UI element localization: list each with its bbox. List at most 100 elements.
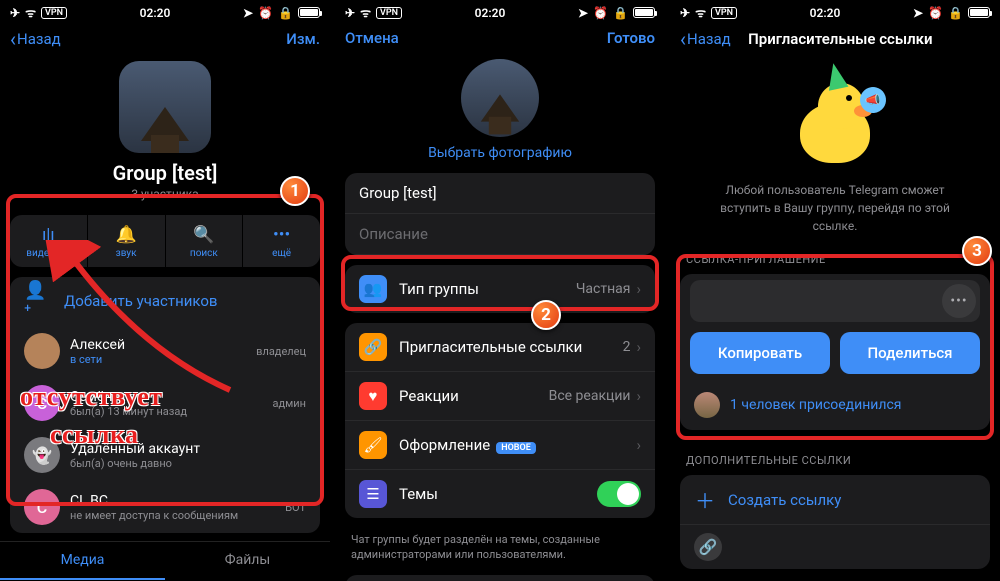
status-bar: ✈ᯤVPN 02:20 ➤⏰🔒: [670, 0, 1000, 23]
extra-link-row[interactable]: 🔗: [680, 524, 990, 569]
nav-bar: ‹Назад Пригласительные ссылки: [670, 23, 1000, 57]
chevron-left-icon: ‹: [10, 29, 16, 49]
vpn-badge: VPN: [711, 7, 737, 19]
nav-bar: Отмена Готово: [335, 23, 665, 55]
members-row[interactable]: 👥 Участники 3 ›: [345, 575, 655, 581]
group-type-row[interactable]: 👥 Тип группы Частная ›: [345, 265, 655, 313]
create-link-row[interactable]: ＋ Создать ссылку: [680, 475, 990, 524]
joined-row[interactable]: 1 человек присоединился: [680, 384, 990, 430]
appearance-row[interactable]: 🖌 ОформлениеНОВОЕ ›: [345, 420, 655, 469]
wifi-icon: ᯤ: [695, 4, 706, 21]
themes-icon: ☰: [359, 480, 387, 508]
videochat-icon: ı|ı: [12, 225, 85, 245]
link-more-button[interactable]: •••: [942, 284, 976, 318]
chevron-right-icon: ›: [636, 436, 641, 454]
section-title-invite: ССЫЛКА-ПРИГЛАШЕНИЕ: [670, 241, 1000, 270]
chevron-right-icon: ›: [636, 338, 641, 356]
member-avatar: [24, 333, 60, 369]
status-bar: ✈ ᯤ VPN 02:20 ➤ ⏰ 🔒: [0, 0, 330, 23]
link-icon: 🔗: [359, 333, 387, 361]
status-time: 02:20: [475, 6, 506, 20]
status-time: 02:20: [810, 6, 841, 20]
status-time: 02:20: [140, 6, 171, 20]
sound-button[interactable]: 🔔звук: [88, 215, 166, 267]
choose-photo-button[interactable]: Выбрать фотографию: [335, 145, 665, 161]
duck-sticker: 📣: [790, 77, 880, 167]
search-button[interactable]: 🔍поиск: [166, 215, 244, 267]
group-name-input[interactable]: Group [test]: [345, 173, 655, 214]
alarm-icon: ⏰: [258, 6, 273, 20]
members-nav-card: 👥 Участники 3 ›: [345, 575, 655, 581]
lock-icon: 🔒: [948, 6, 963, 20]
step-badge-3: 3: [962, 236, 992, 266]
invite-links-row[interactable]: 🔗 Пригласительные ссылки 2 ›: [345, 323, 655, 371]
add-members-label: Добавить участников: [64, 292, 217, 310]
back-button[interactable]: ‹Назад: [680, 29, 731, 49]
joined-avatar: [694, 392, 720, 418]
lock-icon: 🔒: [278, 6, 293, 20]
group-desc-input[interactable]: Описание: [345, 214, 655, 255]
themes-hint: Чат группы будет разделён на темы, созда…: [335, 528, 665, 563]
wifi-icon: ᯤ: [360, 4, 371, 21]
group-avatar-edit[interactable]: [461, 59, 539, 137]
themes-row[interactable]: ☰ Темы: [345, 469, 655, 518]
themes-switch[interactable]: [597, 481, 641, 507]
additional-links-card: ＋ Создать ссылку 🔗: [680, 475, 990, 569]
step-badge-1: 1: [280, 176, 310, 206]
annotation-text-2: ссылка: [50, 418, 139, 452]
page-title: Пригласительные ссылки: [748, 30, 932, 48]
info-text: Любой пользователь Telegram сможет вступ…: [700, 181, 970, 235]
tab-media[interactable]: Медиа: [0, 542, 165, 580]
plus-icon: ＋: [694, 485, 716, 514]
brush-icon: 🖌: [359, 431, 387, 459]
back-label: Назад: [687, 30, 731, 48]
location-icon: ➤: [913, 6, 923, 20]
location-icon: ➤: [578, 6, 588, 20]
add-member-icon: 👤⁺: [24, 287, 52, 315]
vpn-badge: VPN: [41, 7, 67, 19]
battery-icon: [968, 7, 990, 18]
more-button[interactable]: •••ещё: [243, 215, 320, 267]
heart-icon: ♥: [359, 382, 387, 410]
airplane-icon: ✈: [10, 6, 20, 20]
section-title-additional: ДОПОЛНИТЕЛЬНЫЕ ССЫЛКИ: [670, 442, 1000, 471]
screenshot-2: ✈ᯤVPN 02:20 ➤⏰🔒 Отмена Готово Выбрать фо…: [335, 0, 665, 581]
wifi-icon: ᯤ: [25, 4, 36, 21]
back-button[interactable]: ‹Назад: [10, 29, 61, 49]
share-button[interactable]: Поделиться: [840, 332, 980, 374]
member-row[interactable]: C CL BCне имеет доступа к сообщениям БОТ: [10, 481, 320, 533]
back-label: Назад: [17, 30, 61, 48]
cancel-button[interactable]: Отмена: [345, 29, 399, 47]
invite-link-card: ••• Копировать Поделиться 1 человек прис…: [680, 274, 990, 430]
done-button[interactable]: Готово: [607, 29, 655, 47]
add-members-row[interactable]: 👤⁺ Добавить участников: [10, 277, 320, 325]
group-type-icon: 👥: [359, 275, 387, 303]
copy-button[interactable]: Копировать: [690, 332, 830, 374]
screenshot-3: ✈ᯤVPN 02:20 ➤⏰🔒 ‹Назад Пригласительные с…: [670, 0, 1000, 581]
edit-button[interactable]: Изм.: [286, 30, 320, 48]
new-badge: НОВОЕ: [496, 442, 536, 454]
joined-label: 1 человек присоединился: [730, 397, 901, 413]
annotation-text-1: отсутствует: [20, 380, 163, 414]
member-avatar: C: [24, 489, 60, 525]
videochat-button[interactable]: ı|ıвидеочат: [10, 215, 88, 267]
battery-icon: [298, 7, 320, 18]
type-card: 👥 Тип группы Частная ›: [345, 265, 655, 313]
member-row[interactable]: Алексейв сети владелец: [10, 325, 320, 377]
group-avatar[interactable]: [119, 61, 211, 153]
alarm-icon: ⏰: [928, 6, 943, 20]
invite-link-field[interactable]: •••: [690, 280, 980, 322]
content-tabs: Медиа Файлы: [0, 541, 330, 580]
vpn-badge: VPN: [376, 7, 402, 19]
info-section: 📣 Любой пользователь Telegram сможет вст…: [670, 57, 1000, 241]
chevron-right-icon: ›: [636, 280, 641, 298]
location-icon: ➤: [243, 6, 253, 20]
reactions-row[interactable]: ♥ Реакции Все реакции ›: [345, 371, 655, 420]
chevron-right-icon: ›: [636, 387, 641, 405]
link-icon: 🔗: [694, 533, 722, 561]
tab-files[interactable]: Файлы: [165, 542, 330, 580]
more-icon: •••: [245, 225, 318, 245]
battery-icon: [633, 7, 655, 18]
screenshot-1: ✈ᯤVPN 02:20 ➤⏰🔒 ‹Назад Изм. Group [test]…: [0, 0, 330, 581]
step-badge-2: 2: [531, 300, 561, 330]
